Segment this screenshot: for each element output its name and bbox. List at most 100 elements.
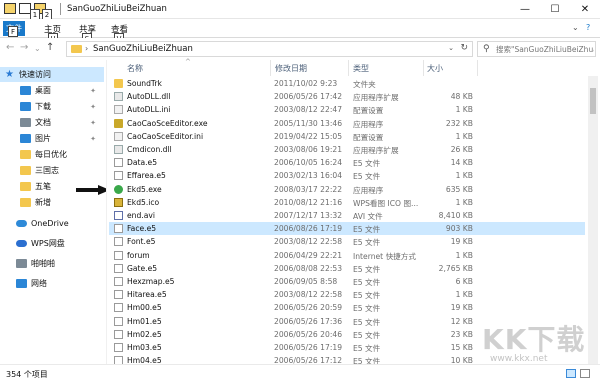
close-button[interactable]: ✕ xyxy=(570,0,600,19)
file-row[interactable]: Effarea.e5 2003/02/13 16:04 E5 文件 1 KB xyxy=(109,169,585,182)
maximize-button[interactable]: ☐ xyxy=(540,0,570,19)
sidebar-item-pictures[interactable]: 图片 ✦ xyxy=(0,131,104,146)
file-row[interactable]: AutoDLL.ini 2003/08/12 22:47 配置设置 1 KB xyxy=(109,103,585,116)
file-name: Hm02.e5 xyxy=(127,329,162,339)
sidebar-item-wps-cloud[interactable]: WPS网盘 xyxy=(0,236,104,251)
file-row[interactable]: Ekd5.ico 2010/08/12 21:16 WPS看图 ICO 图... 1 … xyxy=(109,196,585,209)
pin-icon: ✦ xyxy=(90,86,96,95)
sidebar-item-desktop[interactable]: 桌面 ✦ xyxy=(0,83,104,98)
file-row[interactable]: Hitarea.e5 2003/08/12 22:58 E5 文件 1 KB xyxy=(109,288,585,301)
file-date: 2006/05/26 17:42 xyxy=(274,92,343,102)
sidebar-item-daily-optimize[interactable]: 每日优化 xyxy=(0,147,104,162)
file-type: E5 文件 xyxy=(353,264,381,274)
address-dropdown-icon[interactable]: ⌄ xyxy=(448,44,454,52)
file-type: 配置设置 xyxy=(353,106,384,116)
minimize-button[interactable]: — xyxy=(510,0,540,19)
sidebar-item-sanguozhi[interactable]: 三国志 xyxy=(0,163,104,178)
file-type: 应用程序扩展 xyxy=(353,146,399,155)
file-row[interactable]: Cmdicon.dll 2003/08/06 19:21 应用程序扩展 26 KB xyxy=(109,143,585,156)
file-row[interactable]: end.avi 2007/12/17 13:32 AVI 文件 8,410 KB xyxy=(109,209,585,222)
desktop-folder-icon xyxy=(20,86,31,95)
address-bar[interactable]: › SanGuoZhiLiuBeiZhuan ⌄ ↻ xyxy=(66,41,473,57)
file-date: 2006/08/08 22:53 xyxy=(274,263,343,273)
file-row[interactable]: forum 2006/04/29 22:21 Internet 快捷方式 1 KB xyxy=(109,249,585,262)
watermark-url: www.kkx.net xyxy=(490,354,548,364)
folder-icon xyxy=(20,198,31,207)
column-header-date[interactable]: 修改日期 xyxy=(275,63,307,74)
navigation-bar: ← → ⌄ ↑ › SanGuoZhiLiuBeiZhuan ⌄ ↻ ⚲ xyxy=(0,38,600,60)
column-header-type[interactable]: 类型 xyxy=(353,63,369,74)
file-name: Hitarea.e5 xyxy=(127,290,167,300)
details-view-icon[interactable] xyxy=(566,369,576,378)
file-row[interactable]: CaoCaoSceEditor.exe 2005/11/30 13:46 应用程序 2… xyxy=(109,117,585,130)
sidebar-item-documents[interactable]: 文档 ✦ xyxy=(0,115,104,130)
file-row[interactable]: Face.e5 2006/08/26 17:19 E5 文件 903 KB xyxy=(109,222,585,236)
file-row[interactable]: SoundTrk 2011/10/02 9:23 文件夹 xyxy=(109,77,585,90)
file-row[interactable]: AutoDLL.dll 2006/05/26 17:42 应用程序扩展 48 KB xyxy=(109,90,585,103)
column-separator[interactable] xyxy=(423,60,424,76)
file-date: 2003/08/12 22:58 xyxy=(274,237,343,247)
back-button[interactable]: ← xyxy=(6,42,14,53)
sidebar-item-label: 下载 xyxy=(35,102,51,111)
file-date: 2011/10/02 9:23 xyxy=(274,79,338,88)
recent-locations-button[interactable]: ⌄ xyxy=(34,44,41,53)
green-file-icon xyxy=(114,184,123,194)
sidebar-item-new[interactable]: 新增 xyxy=(0,195,104,210)
search-box[interactable]: ⚲ xyxy=(477,41,596,57)
file-name: Font.e5 xyxy=(127,237,156,247)
expand-ribbon-icon[interactable]: ⌄ xyxy=(572,23,579,32)
watermark: KK下载 www.kkx.net xyxy=(470,318,590,368)
file-size: 19 KB xyxy=(450,237,473,247)
help-icon[interactable]: ? xyxy=(586,23,590,32)
column-separator[interactable] xyxy=(270,60,271,76)
scrollbar-thumb[interactable] xyxy=(590,88,596,114)
sidebar-item-downloads[interactable]: 下载 ✦ xyxy=(0,99,104,114)
file-date: 2006/05/26 20:59 xyxy=(274,303,343,313)
avi-file-icon xyxy=(114,211,123,220)
up-button[interactable]: ↑ xyxy=(46,42,54,53)
column-headers: 名称 ^ 修改日期 类型 大小 xyxy=(107,58,597,76)
column-header-size[interactable]: 大小 xyxy=(427,63,443,74)
folder-icon xyxy=(20,166,31,175)
file-size: 6 KB xyxy=(455,277,473,286)
file-row[interactable]: Hexzmap.e5 2006/09/05 8:58 E5 文件 6 KB xyxy=(109,275,585,288)
e5-file-icon xyxy=(114,277,123,286)
column-separator[interactable] xyxy=(348,60,349,76)
folder-icon[interactable] xyxy=(4,3,16,14)
sidebar-item-label: OneDrive xyxy=(31,219,69,228)
sidebar-item-onedrive[interactable]: OneDrive xyxy=(0,216,104,231)
window-title: SanGuoZhiLiuBeiZhuan xyxy=(67,4,167,14)
sidebar-item-label: 桌面 xyxy=(35,86,51,95)
file-row[interactable]: Gate.e5 2006/08/08 22:53 E5 文件 2,765 KB xyxy=(109,262,585,275)
refresh-icon[interactable]: ↻ xyxy=(460,43,468,53)
file-row[interactable]: Hm00.e5 2006/05/26 20:59 E5 文件 19 KB xyxy=(109,301,585,314)
star-icon: ★ xyxy=(5,69,14,80)
file-name: Ekd5.exe xyxy=(127,184,162,194)
folder-icon xyxy=(20,182,31,191)
file-size: 1 KB xyxy=(455,250,473,260)
search-input[interactable] xyxy=(496,43,594,55)
file-size: 903 KB xyxy=(445,224,473,234)
navigation-pane: ★ 快速访问 桌面 ✦ 下载 ✦ 文档 ✦ 图片 ✦ 每日优化 三国志 五笔 新… xyxy=(0,62,104,364)
forward-button[interactable]: → xyxy=(20,42,28,53)
file-row[interactable]: Data.e5 2006/10/05 16:24 E5 文件 14 KB xyxy=(109,156,585,169)
column-separator[interactable] xyxy=(477,60,478,76)
large-icons-view-icon[interactable] xyxy=(580,369,590,378)
sidebar-item-quick-access[interactable]: ★ 快速访问 xyxy=(0,67,104,82)
sidebar-item-label: 文档 xyxy=(35,118,51,127)
sidebar-item-this-pc[interactable]: 啪啪啪 xyxy=(0,256,104,271)
sidebar-item-network[interactable]: 网络 xyxy=(0,276,104,291)
file-row[interactable]: Font.e5 2003/08/12 22:58 E5 文件 19 KB xyxy=(109,235,585,248)
file-row[interactable]: CaoCaoSceEditor.ini 2019/04/22 15:05 配置设置 1… xyxy=(109,130,585,143)
file-type: E5 文件 xyxy=(353,172,381,182)
breadcrumb-current[interactable]: SanGuoZhiLiuBeiZhuan xyxy=(93,44,193,54)
file-row[interactable]: Ekd5.exe 2008/03/17 22:22 应用程序 635 KB xyxy=(109,183,585,196)
file-type: 文件夹 xyxy=(353,80,376,89)
file-name: Hm01.e5 xyxy=(127,316,162,326)
file-name: Hm00.e5 xyxy=(127,303,162,313)
sidebar-item-label: 每日优化 xyxy=(35,150,67,159)
file-type: E5 文件 xyxy=(353,225,381,235)
breadcrumb-separator[interactable]: › xyxy=(85,44,88,53)
column-header-name[interactable]: 名称 xyxy=(127,63,143,74)
onedrive-icon xyxy=(16,220,27,227)
